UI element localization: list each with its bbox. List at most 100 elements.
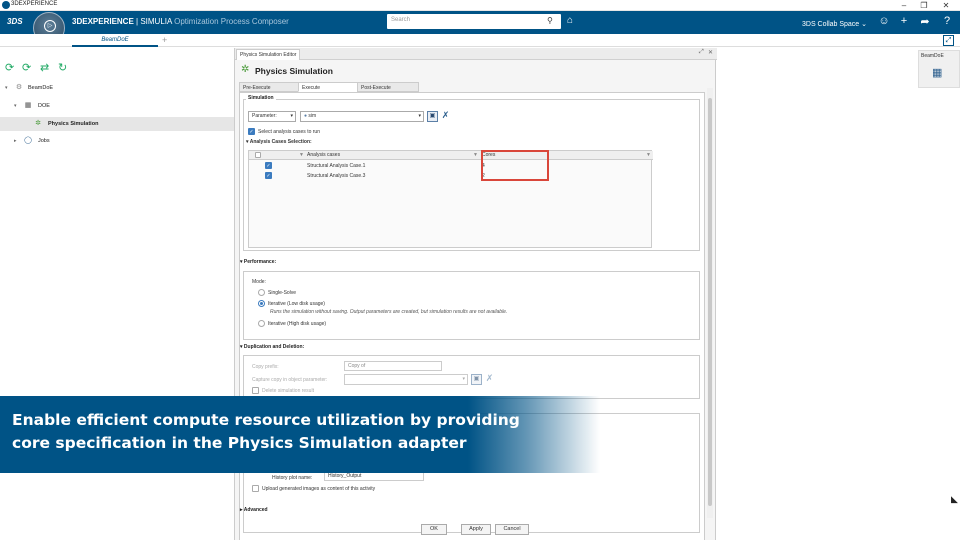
share-icon[interactable]: ➦ (918, 15, 932, 28)
cancel-button[interactable]: Cancel (495, 524, 529, 535)
tree-node-label: Jobs (38, 138, 50, 144)
filter-icon[interactable]: ▼ (646, 152, 651, 158)
tree-node-label: Physics Simulation (48, 121, 99, 127)
copy-prefix-input[interactable]: Copy of (344, 361, 442, 371)
performance-section-head[interactable]: ▾ Performance: (240, 259, 276, 265)
clear-parameter-icon[interactable]: ✗ (440, 111, 451, 122)
row-checkbox[interactable]: ✓ (265, 162, 272, 169)
column-analysis-cases[interactable]: Analysis cases (307, 152, 340, 158)
add-icon[interactable]: + (897, 15, 911, 27)
chevron-down-icon: ▾ (290, 113, 293, 119)
editor-title: Physics Simulation (255, 66, 333, 76)
select-cases-label: Select analysis cases to run (258, 129, 320, 135)
mode-label: Mode: (252, 279, 266, 285)
editor-tab[interactable]: Physics Simulation Editor (236, 49, 301, 60)
doe-icon: ▦ (24, 102, 32, 109)
app-icon (2, 1, 10, 9)
mode-iterative-high-radio[interactable] (258, 320, 265, 327)
brand-title: 3DEXPERIENCE | SIMULIA Optimization Proc… (72, 17, 289, 26)
filter-icon[interactable]: ▼ (473, 152, 478, 158)
window-title-bar: 3DEXPERIENCE – ❐ ✕ (0, 0, 960, 11)
select-all-checkbox[interactable] (255, 152, 261, 158)
advanced-label: Advanced (243, 507, 268, 513)
mode-iterative-low-radio[interactable] (258, 300, 265, 307)
tree-node-label: BeamDoE (28, 85, 54, 91)
refresh-icon[interactable]: ↻ (58, 61, 67, 74)
capture-param-label: Capture copy in object parameter: (252, 377, 328, 383)
chevron-down-icon: ▾ (462, 376, 465, 382)
collapse-icon[interactable]: ▾ (14, 99, 17, 113)
table-row[interactable]: ✓ Structural Analysis Case.3 2 (249, 171, 653, 181)
apply-button[interactable]: Apply (461, 524, 491, 535)
beamdoe-chip[interactable]: BeamDoE ▦ (918, 50, 960, 88)
tree-node-beamdoe[interactable]: ▾ ⚙ BeamDoE (0, 81, 234, 95)
ok-button[interactable]: OK (421, 524, 447, 535)
scrollbar-thumb[interactable] (708, 98, 712, 506)
brand-app: Optimization Process Composer (174, 17, 289, 26)
restore-button[interactable]: ❐ (914, 0, 934, 11)
tab-pre-execute[interactable]: Pre-Execute (239, 82, 301, 92)
analysis-case-name: Structural Analysis Case.1 (307, 163, 366, 169)
select-cases-checkbox[interactable]: ✓ (248, 128, 255, 135)
maximize-editor-icon[interactable]: ⤢ (699, 49, 704, 56)
tab-beamdoe[interactable]: BeamDoE (72, 34, 158, 47)
mode-iterative-high-label: Iterative (High disk usage) (268, 321, 327, 327)
sync-icon[interactable]: ⇄ (40, 61, 49, 74)
collab-space-label: 3DS Collab Space (802, 21, 860, 28)
tab-execute[interactable]: Execute (298, 82, 360, 92)
sim-parameter-select[interactable]: ● sim ▾ (300, 111, 424, 122)
editor-scrollbar[interactable] (707, 88, 713, 518)
doe-grid-icon: ▦ (932, 67, 943, 79)
run-all-icon[interactable]: ⟳ (22, 61, 31, 74)
tab-post-execute[interactable]: Post-Execute (357, 82, 419, 92)
delete-result-label: Delete simulation result (262, 388, 314, 394)
analysis-case-name: Structural Analysis Case.3 (307, 173, 366, 179)
tree-node-physics-simulation[interactable]: ✲ Physics Simulation (0, 117, 234, 131)
advanced-section-head[interactable]: ▸ Advanced (240, 507, 268, 513)
open-parameter-icon[interactable]: ▣ (427, 111, 438, 122)
user-icon[interactable]: ☺ (877, 15, 891, 27)
upload-images-checkbox[interactable] (252, 485, 259, 492)
tag-icon[interactable]: ⌂ (567, 15, 573, 26)
expand-icon[interactable]: ⤢ (943, 35, 954, 46)
expand-node-icon[interactable]: ▸ (14, 134, 17, 148)
performance-label: Performance: (243, 259, 277, 265)
row-checkbox[interactable]: ✓ (265, 172, 272, 179)
mode-single-solve-radio[interactable] (258, 289, 265, 296)
physics-simulation-icon: ✲ (35, 120, 41, 127)
parameter-dropdown[interactable]: Parameter: ▾ (248, 111, 296, 122)
filter-icon[interactable]: ▼ (299, 152, 304, 158)
tree-node-jobs[interactable]: ▸ ◯ Jobs (0, 134, 234, 148)
help-icon[interactable]: ? (940, 15, 954, 27)
duplication-section-head[interactable]: ▾ Duplication and Deletion: (240, 344, 304, 350)
mode-single-solve-label: Single-Solve (268, 290, 297, 296)
collapse-icon[interactable]: ▾ (5, 81, 8, 95)
analysis-cases-table: ▼ Analysis cases ▼ Cores ▼ ✓ Structural … (248, 150, 653, 248)
clear-capture-icon[interactable]: ✗ (484, 374, 495, 385)
run-icon[interactable]: ⟳ (5, 61, 14, 74)
jobs-icon: ◯ (24, 137, 32, 144)
minimize-button[interactable]: – (894, 0, 914, 11)
close-editor-icon[interactable]: ✕ (708, 49, 713, 56)
capture-param-select[interactable]: ▾ (344, 374, 468, 385)
ds-logo: 3DS (7, 17, 23, 26)
cases-selection-label: ▾ Analysis Cases Selection: (246, 139, 312, 145)
brand-sep: | SIMULIA (133, 17, 175, 26)
cores-highlight-box (481, 150, 549, 181)
collab-space-selector[interactable]: 3DS Collab Space ⌄ (802, 20, 867, 28)
open-capture-icon[interactable]: ▣ (471, 374, 482, 385)
process-icon: ⚙ (15, 84, 23, 91)
brand-bold: 3DEXPERIENCE (72, 17, 134, 26)
search-icon[interactable]: ⚲ (547, 16, 557, 26)
search-input[interactable]: Search ⚲ (387, 14, 561, 29)
mode-iterative-low-label: Iterative (Low disk usage) (268, 301, 325, 307)
delete-result-checkbox[interactable] (252, 387, 259, 394)
window-title: 3DEXPERIENCE (11, 1, 58, 7)
add-tab-button[interactable]: + (162, 34, 167, 46)
close-window-button[interactable]: ✕ (936, 0, 956, 11)
mode-note: Runs the simulation without saving. Outp… (270, 309, 508, 315)
table-row[interactable]: ✓ Structural Analysis Case.1 4 (249, 161, 653, 171)
top-bar: 3DS ▷ V.6 3DEXPERIENCE | SIMULIA Optimiz… (0, 11, 960, 44)
tree-node-doe[interactable]: ▾ ▦ DOE (0, 99, 234, 113)
caption-banner: Enable efficient compute resource utiliz… (0, 396, 600, 473)
